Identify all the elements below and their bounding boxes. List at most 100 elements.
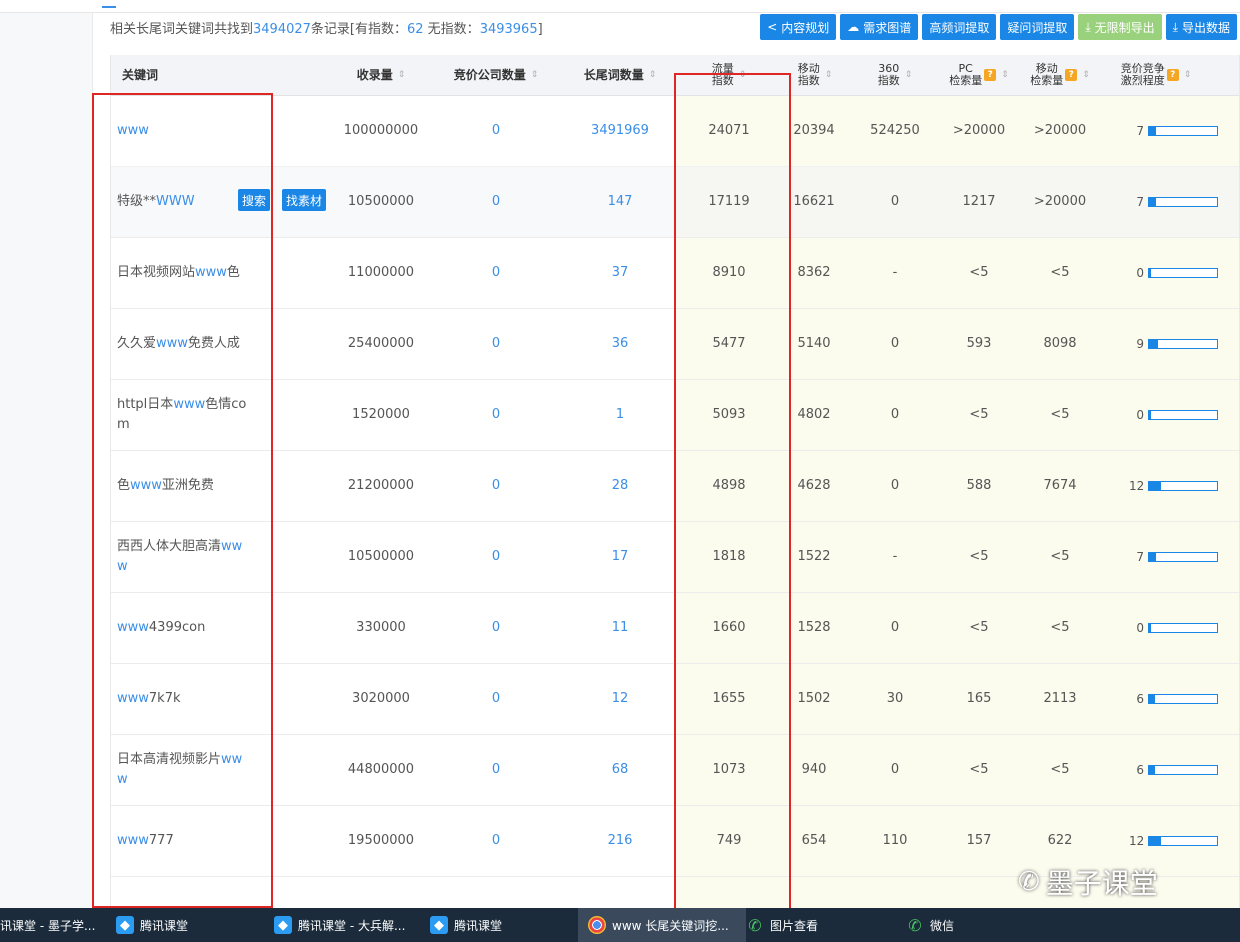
col-indexed[interactable]: 收录量 ⇕ <box>321 55 441 95</box>
longtail-cell[interactable]: 3491969 <box>561 95 679 166</box>
competition-bar-fill <box>1149 339 1159 348</box>
sort-icon[interactable]: ⇕ <box>398 69 406 81</box>
indexed-cell: 44800000 <box>347 762 415 777</box>
content-plan-label: 内容规划 <box>781 20 830 35</box>
pc-cell: 1217 <box>962 194 996 209</box>
col-pc-search[interactable]: PC 检索量? ⇕ <box>939 55 1019 95</box>
taskbar-item[interactable]: 讯课堂 - 墨子学... <box>0 908 100 942</box>
competition-bar-fill <box>1149 126 1157 135</box>
s360-cell: - <box>892 549 898 564</box>
find-material-button[interactable]: 找素材 <box>282 189 327 211</box>
indexed-cell: 330000 <box>356 620 406 635</box>
bid-cell[interactable]: 0 <box>431 166 561 237</box>
bid-cell[interactable]: 0 <box>431 521 561 592</box>
s360-cell: - <box>892 265 898 280</box>
longtail-cell[interactable]: 12 <box>561 663 679 734</box>
competition-bar-fill <box>1149 481 1162 490</box>
bid-cell[interactable]: 0 <box>431 592 561 663</box>
competition-bar <box>1148 267 1218 278</box>
sort-icon[interactable]: ⇕ <box>1001 69 1009 81</box>
s360-cell: 0 <box>890 620 900 635</box>
bid-cell[interactable]: 0 <box>431 450 561 521</box>
col-competition[interactable]: 竞价竞争 激烈程度? ⇕ <box>1101 55 1211 95</box>
s360-cell: 0 <box>890 194 900 209</box>
competition-bar-fill <box>1149 623 1152 632</box>
competition-bar <box>1148 835 1218 846</box>
indexed-cell: 10500000 <box>347 194 415 209</box>
bid-cell[interactable]: 0 <box>431 805 561 876</box>
s360-cell: 524250 <box>870 123 920 138</box>
bid-cell[interactable]: 0 <box>431 379 561 450</box>
summary-without-index[interactable]: 3493965 <box>480 22 538 37</box>
bid-cell[interactable]: 0 <box>431 663 561 734</box>
taskbar-item[interactable]: www 长尾关键词挖... <box>578 908 746 942</box>
sort-icon[interactable]: ⇕ <box>649 69 657 81</box>
unlimited-export-button[interactable]: ⤓ 无限制导出 <box>1078 14 1162 40</box>
col-360-index[interactable]: 360 指数 ⇕ <box>851 55 939 95</box>
taskbar-item-label: 腾讯课堂 <box>454 918 503 933</box>
sort-icon[interactable]: ⇕ <box>531 69 539 81</box>
taskbar-item[interactable]: ◆ 腾讯课堂 <box>106 908 266 942</box>
longtail-cell[interactable]: 147 <box>561 166 679 237</box>
longtail-cell[interactable] <box>561 876 679 908</box>
sort-icon[interactable]: ⇕ <box>1184 69 1192 81</box>
col-msearch-label: 移动 检索量 <box>1030 63 1063 87</box>
help-icon[interactable]: ? <box>1166 69 1179 81</box>
competition-bar-fill <box>1149 268 1152 277</box>
summary-prefix: 相关长尾词关键词共找到 <box>110 22 254 37</box>
bid-cell[interactable]: 0 <box>431 734 561 805</box>
help-icon[interactable]: ? <box>984 69 997 81</box>
toolbar: < 内容规划 ☁ 需求图谱 高频词提取 疑问词提取 ⤓ 无限制导出 ⤓ 导出数据 <box>760 14 1237 40</box>
sort-icon[interactable]: ⇕ <box>905 69 913 81</box>
taskbar-item[interactable]: ✆ 图片查看 <box>736 908 906 942</box>
competition-bar <box>1148 551 1218 562</box>
longtail-cell[interactable]: 68 <box>561 734 679 805</box>
longtail-cell[interactable]: 28 <box>561 450 679 521</box>
taskbar-item[interactable]: ✆ 微信 <box>896 908 1026 942</box>
competition-value: 6 <box>1136 691 1144 706</box>
sort-icon[interactable]: ⇕ <box>1082 69 1090 81</box>
taskbar-item[interactable]: ◆ 腾讯课堂 <box>420 908 578 942</box>
msearch-cell: 2113 <box>1043 691 1077 706</box>
competition-bar <box>1148 622 1218 633</box>
pc-cell: <5 <box>969 407 989 422</box>
col-longtail[interactable]: 长尾词数量 ⇕ <box>561 55 679 95</box>
content-plan-button[interactable]: < 内容规划 <box>760 14 837 40</box>
bid-cell[interactable]: 0 <box>431 308 561 379</box>
indexed-cell: 100000000 <box>343 123 419 138</box>
demand-map-button[interactable]: ☁ 需求图谱 <box>840 14 919 40</box>
bid-cell[interactable] <box>431 876 561 908</box>
col-bid-companies[interactable]: 竞价公司数量 ⇕ <box>431 55 561 95</box>
longtail-cell[interactable]: 36 <box>561 308 679 379</box>
longtail-cell[interactable]: 17 <box>561 521 679 592</box>
competition-bar <box>1148 480 1218 491</box>
bid-cell[interactable]: 0 <box>431 95 561 166</box>
taskbar-item-label: www 长尾关键词挖... <box>612 918 729 933</box>
competition-cell: 6 <box>1129 734 1218 805</box>
cloud-icon: ☁ <box>847 20 860 34</box>
sort-icon[interactable]: ⇕ <box>825 69 833 81</box>
longtail-cell[interactable]: 216 <box>561 805 679 876</box>
competition-value: 0 <box>1136 407 1144 422</box>
annotation-box-keywords <box>92 93 273 908</box>
help-icon[interactable]: ? <box>1065 69 1078 81</box>
download-icon: ⤓ <box>1085 19 1091 34</box>
msearch-cell: <5 <box>1050 407 1070 422</box>
question-words-button[interactable]: 疑问词提取 <box>1000 14 1075 40</box>
longtail-cell[interactable]: 11 <box>561 592 679 663</box>
taskbar-item[interactable]: ◆ 腾讯课堂 - 大兵解... <box>264 908 426 942</box>
summary-with-index[interactable]: 62 <box>407 22 424 37</box>
high-freq-button[interactable]: 高频词提取 <box>922 14 997 40</box>
competition-value: 7 <box>1136 123 1144 138</box>
taskbar: 讯课堂 - 墨子学... ◆ 腾讯课堂 ◆ 腾讯课堂 - 大兵解... ◆ 腾讯课堂 www … <box>0 908 1240 942</box>
left-pane <box>0 13 93 908</box>
competition-bar <box>1148 196 1218 207</box>
export-data-button[interactable]: ⤓ 导出数据 <box>1165 14 1237 40</box>
col-mobile-search[interactable]: 移动 检索量? ⇕ <box>1019 55 1101 95</box>
bid-cell[interactable]: 0 <box>431 237 561 308</box>
summary-total[interactable]: 3494027 <box>253 22 311 37</box>
longtail-cell[interactable]: 37 <box>561 237 679 308</box>
annotation-box-traffic <box>674 73 791 918</box>
longtail-cell[interactable]: 1 <box>561 379 679 450</box>
s360-cell: 0 <box>890 407 900 422</box>
